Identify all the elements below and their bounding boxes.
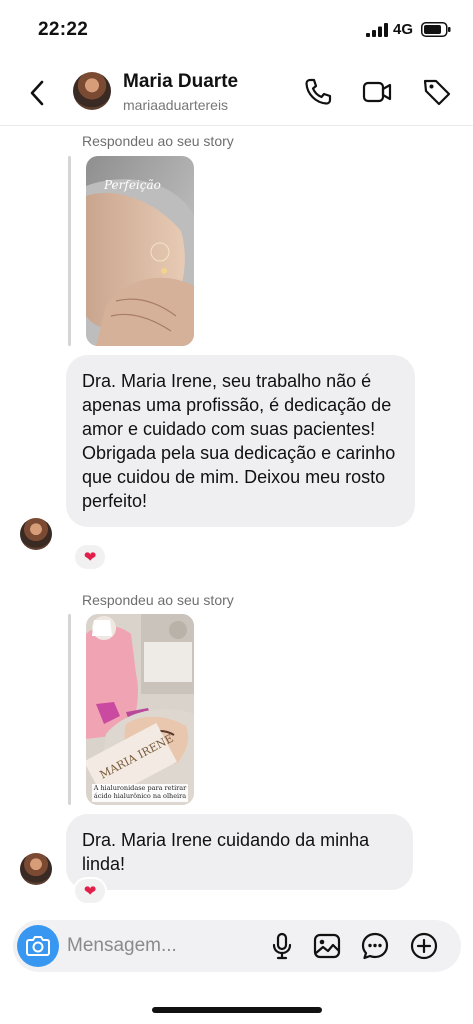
message-input[interactable]: [67, 932, 257, 960]
image-icon[interactable]: [312, 931, 342, 961]
story-image: Perfeição: [86, 156, 194, 346]
avatar[interactable]: [73, 72, 111, 110]
reply-divider: [68, 156, 71, 346]
heart-icon: ❤: [83, 883, 97, 900]
plus-circle-icon[interactable]: [409, 931, 439, 961]
story-overlay-text: A hialuronidase para retirar ácido hialu…: [93, 784, 187, 800]
heart-reaction[interactable]: ❤: [73, 877, 107, 905]
story-image: MARIA IRENE A hialuronidase para retirar…: [86, 614, 194, 805]
chat-header: Maria Duarte mariaaduartereis: [0, 60, 473, 126]
heart-icon: ❤: [83, 549, 97, 566]
contact-name[interactable]: Maria Duarte: [123, 71, 238, 93]
message-composer: [13, 920, 461, 972]
chevron-left-icon[interactable]: [26, 78, 48, 108]
message-bubble[interactable]: Dra. Maria Irene cuidando da minha linda…: [66, 814, 413, 890]
heart-reaction[interactable]: ❤: [73, 543, 107, 571]
clock: 22:22: [38, 19, 89, 40]
story-thumbnail[interactable]: MARIA IRENE A hialuronidase para retirar…: [86, 614, 194, 805]
signal-icon: [366, 23, 388, 37]
story-reply-caption: Respondeu ao seu story: [82, 133, 234, 149]
story-thumbnail[interactable]: Perfeição: [86, 156, 194, 346]
message-text: Obrigada pela sua dedicação e carinho qu…: [82, 443, 396, 511]
sender-avatar[interactable]: [20, 518, 52, 550]
network-label: 4G: [393, 21, 414, 38]
phone-icon[interactable]: [302, 76, 334, 108]
camera-icon: [26, 936, 50, 956]
status-bar: 22:22 4G: [0, 0, 473, 60]
story-overlay-text: Perfeição: [103, 178, 161, 192]
chat-bubble-icon[interactable]: [360, 931, 390, 961]
sender-avatar[interactable]: [20, 853, 52, 885]
camera-button[interactable]: [17, 925, 59, 967]
message-text: Dra. Maria Irene, seu trabalho não é ape…: [82, 371, 392, 439]
story-reply-caption: Respondeu ao seu story: [82, 592, 234, 608]
message-bubble[interactable]: Dra. Maria Irene, seu trabalho não é ape…: [66, 355, 415, 527]
reply-divider: [68, 614, 71, 805]
home-indicator[interactable]: [152, 1007, 322, 1013]
tag-icon[interactable]: [421, 76, 453, 108]
message-text: Dra. Maria Irene cuidando da minha linda…: [82, 830, 370, 874]
contact-handle[interactable]: mariaaduartereis: [123, 97, 228, 113]
microphone-icon[interactable]: [267, 931, 297, 961]
battery-icon: [421, 22, 451, 37]
video-camera-icon[interactable]: [361, 76, 393, 108]
